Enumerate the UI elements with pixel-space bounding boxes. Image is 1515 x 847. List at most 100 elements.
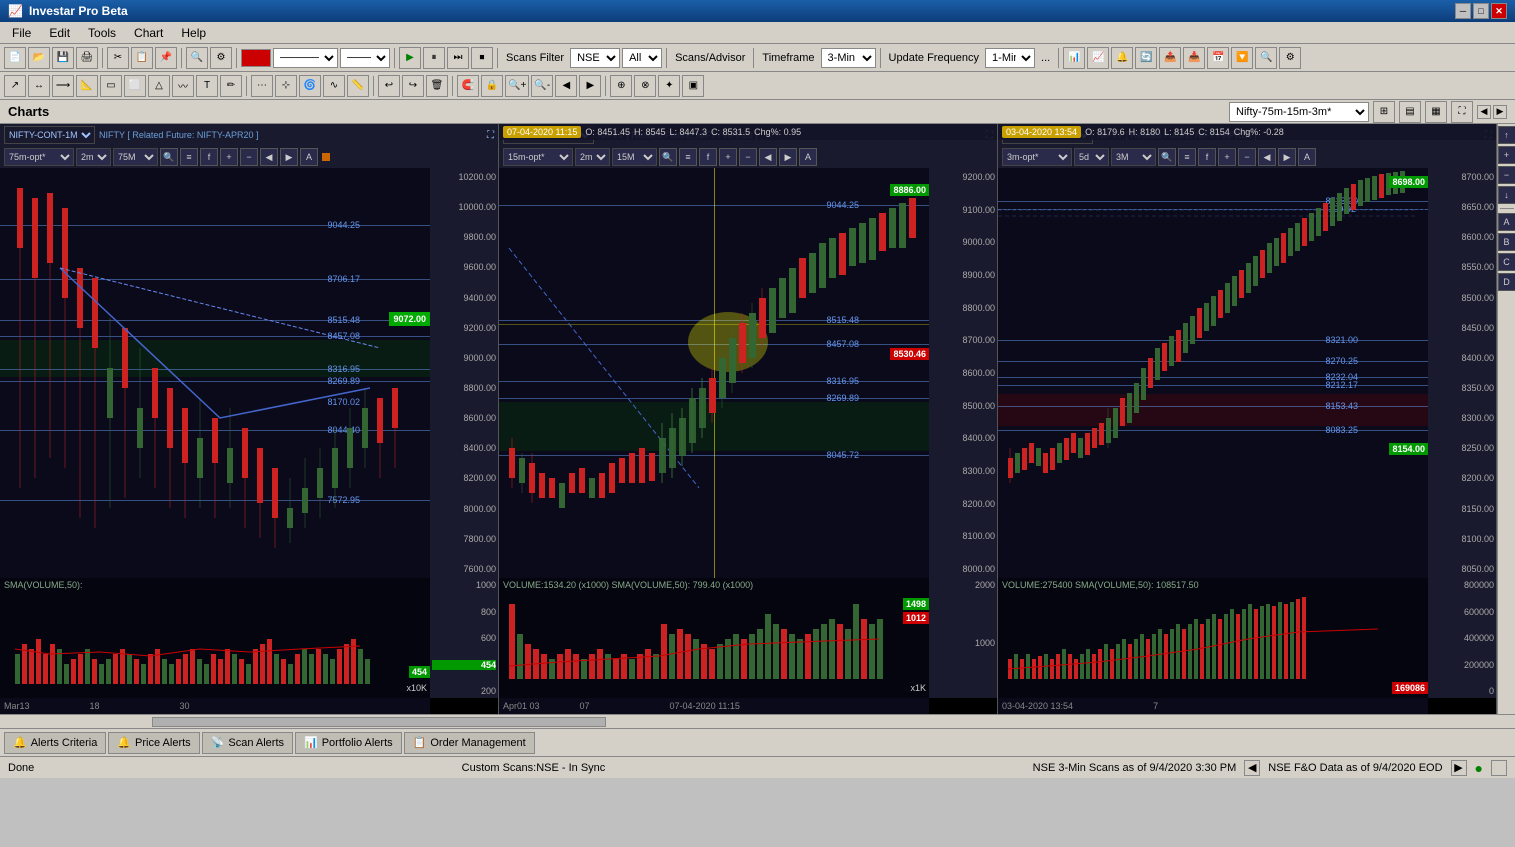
drawing-extra2[interactable]: ⊗ (634, 75, 656, 97)
chart-right-volume[interactable]: VOLUME:275400 SMA(VOLUME,50): 108517.50 (998, 578, 1428, 698)
scroll-right[interactable]: ▶ (579, 75, 601, 97)
fib-button[interactable]: ⋯ (251, 75, 273, 97)
chart-left-expand[interactable]: ⛶ (487, 130, 494, 141)
chart-right-auto[interactable]: A (1298, 148, 1316, 166)
chart-mid-tf-select[interactable]: 15m-opt* (503, 148, 573, 166)
chart-left-indicators[interactable]: f (200, 148, 218, 166)
calendar-button[interactable]: 📅 (1207, 47, 1229, 69)
chart-left-period-select[interactable]: 2m (76, 148, 111, 166)
chart-mid-settings[interactable]: ≡ (679, 148, 697, 166)
wave-button[interactable]: ∿ (323, 75, 345, 97)
snap-button[interactable]: 🧲 (457, 75, 479, 97)
chart-mid-area[interactable]: 9044.25 8515.48 8457.08 8316.95 8269.89 … (499, 168, 929, 578)
chart-mid-zoom-out[interactable]: − (739, 148, 757, 166)
maximize-button[interactable]: □ (1473, 3, 1489, 19)
draw-btn6[interactable]: ⬜ (124, 75, 146, 97)
fullscreen-button[interactable]: ⛶ (1451, 101, 1473, 123)
chart-mid-scroll-r[interactable]: ▶ (779, 148, 797, 166)
draw-btn5[interactable]: ▭ (100, 75, 122, 97)
draw-btn10[interactable]: ✏ (220, 75, 242, 97)
zoom-in-btn[interactable]: 🔍+ (505, 75, 529, 97)
export-button[interactable]: 📤 (1159, 47, 1181, 69)
rt-btn5[interactable]: A (1498, 213, 1515, 231)
line-width-select[interactable]: ──── (340, 48, 390, 68)
tab-portfolio-alerts[interactable]: 📊 Portfolio Alerts (295, 732, 402, 754)
tab-price-alerts[interactable]: 🔔 Price Alerts (108, 732, 199, 754)
drawing-extra3[interactable]: ✦ (658, 75, 680, 97)
draw-btn7[interactable]: △ (148, 75, 170, 97)
open-button[interactable]: 📂 (28, 47, 50, 69)
draw-delete[interactable]: 🗑 (426, 75, 448, 97)
status-icon1[interactable] (1491, 760, 1507, 776)
chart-left-tf2-select[interactable]: 75M (113, 148, 158, 166)
draw-btn1[interactable]: ↗ (4, 75, 26, 97)
step-forward-button[interactable]: ⏭ (447, 47, 469, 69)
settings-button[interactable]: ⚙ (210, 47, 232, 69)
layout-select[interactable]: Nifty-75m-15m-3m* Default (1229, 102, 1369, 122)
indicator-button[interactable]: 📈 (1087, 47, 1109, 69)
chart-right-settings[interactable]: ≡ (1178, 148, 1196, 166)
filter-button[interactable]: 🔽 (1231, 47, 1253, 69)
new-button[interactable]: 📄 (4, 47, 26, 69)
chart-left-scroll-r[interactable]: ▶ (280, 148, 298, 166)
rt-btn1[interactable]: ↑ (1498, 126, 1515, 144)
timeframe-select[interactable]: 3-Min5-Min15-Min (821, 48, 876, 68)
rt-btn3[interactable]: − (1498, 166, 1515, 184)
chart-right-period-select[interactable]: 5d (1074, 148, 1109, 166)
chart-left-symbol-select[interactable]: NIFTY-CONT-1M (4, 126, 95, 144)
chart-mid-scroll-l[interactable]: ◀ (759, 148, 777, 166)
draw-redo[interactable]: ↪ (402, 75, 424, 97)
chart-right-scroll-r[interactable]: ▶ (1278, 148, 1296, 166)
layout-btn3[interactable]: ▦ (1425, 101, 1447, 123)
config-button[interactable]: ⚙ (1279, 47, 1301, 69)
alert-button[interactable]: 🔔 (1111, 47, 1133, 69)
stop-button[interactable]: ⏹ (471, 47, 493, 69)
lock-button[interactable]: 🔒 (481, 75, 503, 97)
nav-left[interactable]: ◀ (1477, 105, 1491, 119)
rt-btn7[interactable]: C (1498, 253, 1515, 271)
chart-mid-tf2-select[interactable]: 15M (612, 148, 657, 166)
scroll-left[interactable]: ◀ (555, 75, 577, 97)
tab-order-management[interactable]: 📋 Order Management (404, 732, 535, 754)
chart-type-button[interactable]: 📊 (1063, 47, 1085, 69)
chart-left-area[interactable]: 9044.25 8706.17 8515.48 8457.08 8316.95 … (0, 168, 430, 578)
nav-right[interactable]: ▶ (1493, 105, 1507, 119)
zoom-button[interactable]: 🔍 (186, 47, 208, 69)
menu-file[interactable]: File (4, 24, 39, 42)
chart-left-tf-select[interactable]: 75m-opt* (4, 148, 74, 166)
rt-btn8[interactable]: D (1498, 273, 1515, 291)
rt-btn2[interactable]: + (1498, 146, 1515, 164)
line-style-select[interactable]: ───── - - - (273, 48, 338, 68)
print-button[interactable]: 🖨 (76, 47, 98, 69)
chart-right-zoom-out[interactable]: − (1238, 148, 1256, 166)
chart-right-zoom[interactable]: 🔍 (1158, 148, 1176, 166)
chart-left-zoom[interactable]: 🔍 (160, 148, 178, 166)
grid-button[interactable]: ⊞ (1373, 101, 1395, 123)
close-button[interactable]: ✕ (1491, 3, 1507, 19)
chart-mid-period-select[interactable]: 2m (575, 148, 610, 166)
rt-btn4[interactable]: ↓ (1498, 186, 1515, 204)
draw-btn3[interactable]: ⟶ (52, 75, 74, 97)
chart-mid-auto[interactable]: A (799, 148, 817, 166)
nav-arrow-right[interactable]: ▶ (1451, 760, 1467, 776)
all-select[interactable]: All (622, 48, 662, 68)
color-picker[interactable] (241, 49, 271, 67)
rt-btn6[interactable]: B (1498, 233, 1515, 251)
chart-left-zoom-out[interactable]: − (240, 148, 258, 166)
draw-btn8[interactable]: 〰 (172, 75, 194, 97)
menu-help[interactable]: Help (173, 24, 214, 42)
draw-btn9[interactable]: T (196, 75, 218, 97)
hscroll-thumb[interactable] (152, 717, 607, 727)
tab-alerts-criteria[interactable]: 🔔 Alerts Criteria (4, 732, 106, 754)
chart-right-indicators[interactable]: f (1198, 148, 1216, 166)
chart-mid-zoom[interactable]: 🔍 (659, 148, 677, 166)
cut-button[interactable]: ✂ (107, 47, 129, 69)
search-button[interactable]: 🔍 (1255, 47, 1277, 69)
chart-mid-zoom-in[interactable]: + (719, 148, 737, 166)
window-controls[interactable]: ─ □ ✕ (1455, 3, 1507, 19)
tab-scan-alerts[interactable]: 📡 Scan Alerts (202, 732, 293, 754)
gann-button[interactable]: ⊹ (275, 75, 297, 97)
menu-tools[interactable]: Tools (80, 24, 124, 42)
chart-right-area[interactable]: 8715.00 8321.00 8270.25 8232.04 8212.17 … (998, 168, 1428, 578)
refresh-button[interactable]: 🔄 (1135, 47, 1157, 69)
